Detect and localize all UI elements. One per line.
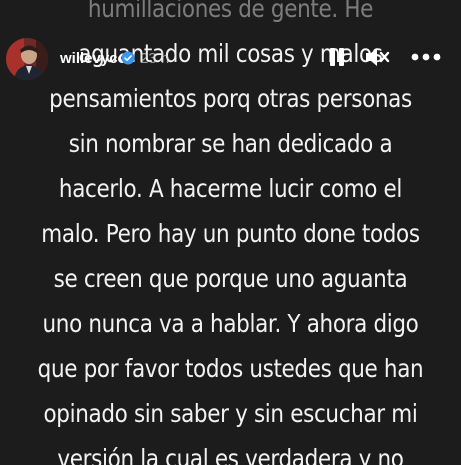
story-line: opinado sin saber y sin escuchar mi (43, 399, 418, 428)
story-timestamp: 23 h (140, 50, 170, 67)
more-options-icon[interactable] (410, 48, 442, 66)
story-line: versión la cual es verdadera y no (57, 444, 404, 465)
mute-icon[interactable] (364, 46, 390, 68)
verified-badge-icon (121, 51, 135, 65)
story-line: uno nunca va a hablar. Y ahora digo (42, 309, 419, 338)
avatar[interactable] (6, 38, 48, 80)
story-line: que por favor todos ustedes que han (37, 354, 424, 383)
story-viewer: humillaciones de gente. He aguantado mil… (0, 0, 461, 465)
story-line: hacerlo. A hacerme lucir como el (58, 174, 403, 203)
story-line: malo. Pero hay un punto done todos (41, 219, 420, 248)
story-line: humillaciones de gente. He (87, 0, 374, 23)
pause-icon[interactable] (326, 46, 348, 68)
story-line: sin nombrar se han dedicado a (68, 129, 393, 158)
story-header: willevycol 23 h (0, 36, 461, 84)
story-line: se creen que porque uno aguanta (53, 264, 408, 293)
